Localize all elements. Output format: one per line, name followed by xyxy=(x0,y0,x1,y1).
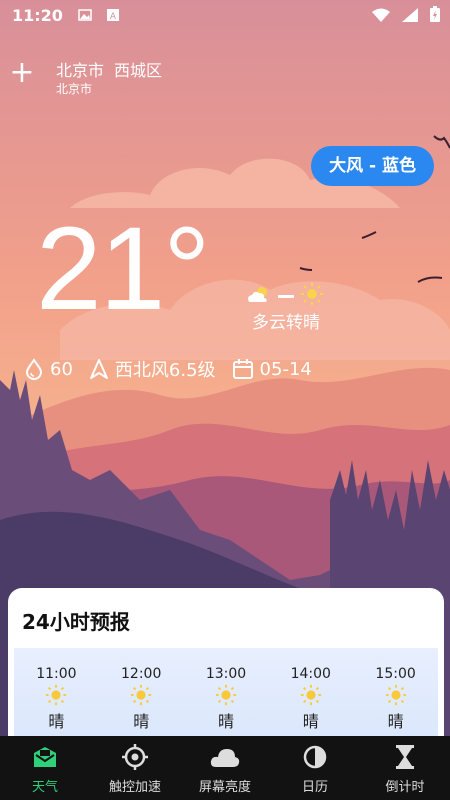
svg-text:A: A xyxy=(110,12,117,22)
water-drop-icon xyxy=(25,358,43,380)
humidity-item: 60 xyxy=(24,358,73,380)
nav-weather[interactable]: 天气 xyxy=(0,736,90,800)
humidity-value: 60 xyxy=(50,358,73,380)
nav-touch-boost[interactable]: 触控加速 xyxy=(90,736,180,800)
signal-icon xyxy=(402,7,418,26)
partly-cloudy-icon xyxy=(246,284,272,308)
sun-icon xyxy=(14,684,99,706)
weather-alert-badge[interactable]: 大风 - 蓝色 xyxy=(311,146,434,186)
hour-time: 11:00 xyxy=(36,666,77,682)
wifi-icon xyxy=(372,7,390,26)
hour-item: 11:00 晴 xyxy=(14,648,99,748)
weather-meta-row: 60 西北风6.5级 05-14 xyxy=(24,356,328,382)
hour-item: 14:00 晴 xyxy=(268,648,353,748)
nav-label: 屏幕亮度 xyxy=(198,780,251,795)
image-icon xyxy=(77,7,93,23)
location-subtitle: 北京市 xyxy=(56,82,93,96)
navigation-arrow-icon xyxy=(89,359,108,379)
nav-label: 触控加速 xyxy=(108,780,161,795)
hour-desc: 晴 xyxy=(133,712,150,731)
hour-desc: 晴 xyxy=(302,712,319,731)
add-city-button[interactable]: + xyxy=(8,58,36,88)
target-icon xyxy=(122,744,148,770)
hour-time: 14:00 xyxy=(290,666,331,682)
location-title[interactable]: 北京市 西城区 xyxy=(56,57,172,81)
a-keyboard-icon: A xyxy=(105,7,121,23)
nav-brightness[interactable]: 屏幕亮度 xyxy=(180,736,270,800)
sun-icon xyxy=(268,684,353,706)
nav-label: 日历 xyxy=(301,780,328,795)
sun-icon xyxy=(99,684,184,706)
sun-icon xyxy=(300,282,324,310)
district-name: 西城区 xyxy=(114,61,163,80)
wind-item: 西北风6.5级 xyxy=(89,356,216,382)
nav-countdown[interactable]: 倒计时 xyxy=(360,736,450,800)
status-time: 11:20 xyxy=(12,5,63,25)
status-bar: 11:20 A xyxy=(0,0,450,30)
hour-item: 12:00 晴 xyxy=(99,648,184,748)
hour-desc: 晴 xyxy=(48,712,65,731)
condition-arrow-dash xyxy=(278,294,294,298)
cloud-icon xyxy=(210,744,240,770)
battery-charging-icon xyxy=(430,6,440,26)
bottom-nav: 天气 触控加速 屏幕亮度 日历 倒计时 xyxy=(0,736,450,800)
nav-label: 倒计时 xyxy=(385,780,425,795)
nav-label: 天气 xyxy=(31,780,58,795)
hour-item: 13:00 晴 xyxy=(184,648,269,748)
condition-icons xyxy=(246,282,324,310)
hour-time: 13:00 xyxy=(205,666,247,682)
sun-icon xyxy=(184,684,269,706)
hourglass-icon xyxy=(395,744,415,770)
hour-item: 15:00 晴 xyxy=(353,648,438,748)
calendar-icon xyxy=(232,359,253,379)
condition-text: 多云转晴 xyxy=(252,313,320,333)
forecast-title: 24小时预报 xyxy=(22,610,130,634)
city-name: 北京市 xyxy=(56,61,105,80)
hourly-forecast-list[interactable]: 11:00 晴 12:00 晴 13:00 晴 14:00 晴 15:00 晴 xyxy=(14,648,438,748)
date-item: 05-14 xyxy=(232,358,312,380)
moon-phase-icon xyxy=(303,744,327,770)
wind-value: 西北风6.5级 xyxy=(114,360,216,381)
weather-mail-icon xyxy=(32,744,58,770)
hour-time: 12:00 xyxy=(121,666,162,682)
date-value: 05-14 xyxy=(259,358,312,380)
nav-calendar[interactable]: 日历 xyxy=(270,736,360,800)
sun-icon xyxy=(353,684,438,706)
hour-desc: 晴 xyxy=(387,712,404,731)
hour-desc: 晴 xyxy=(217,712,234,731)
hour-time: 15:00 xyxy=(375,666,416,682)
current-temperature: 21° xyxy=(36,203,210,335)
